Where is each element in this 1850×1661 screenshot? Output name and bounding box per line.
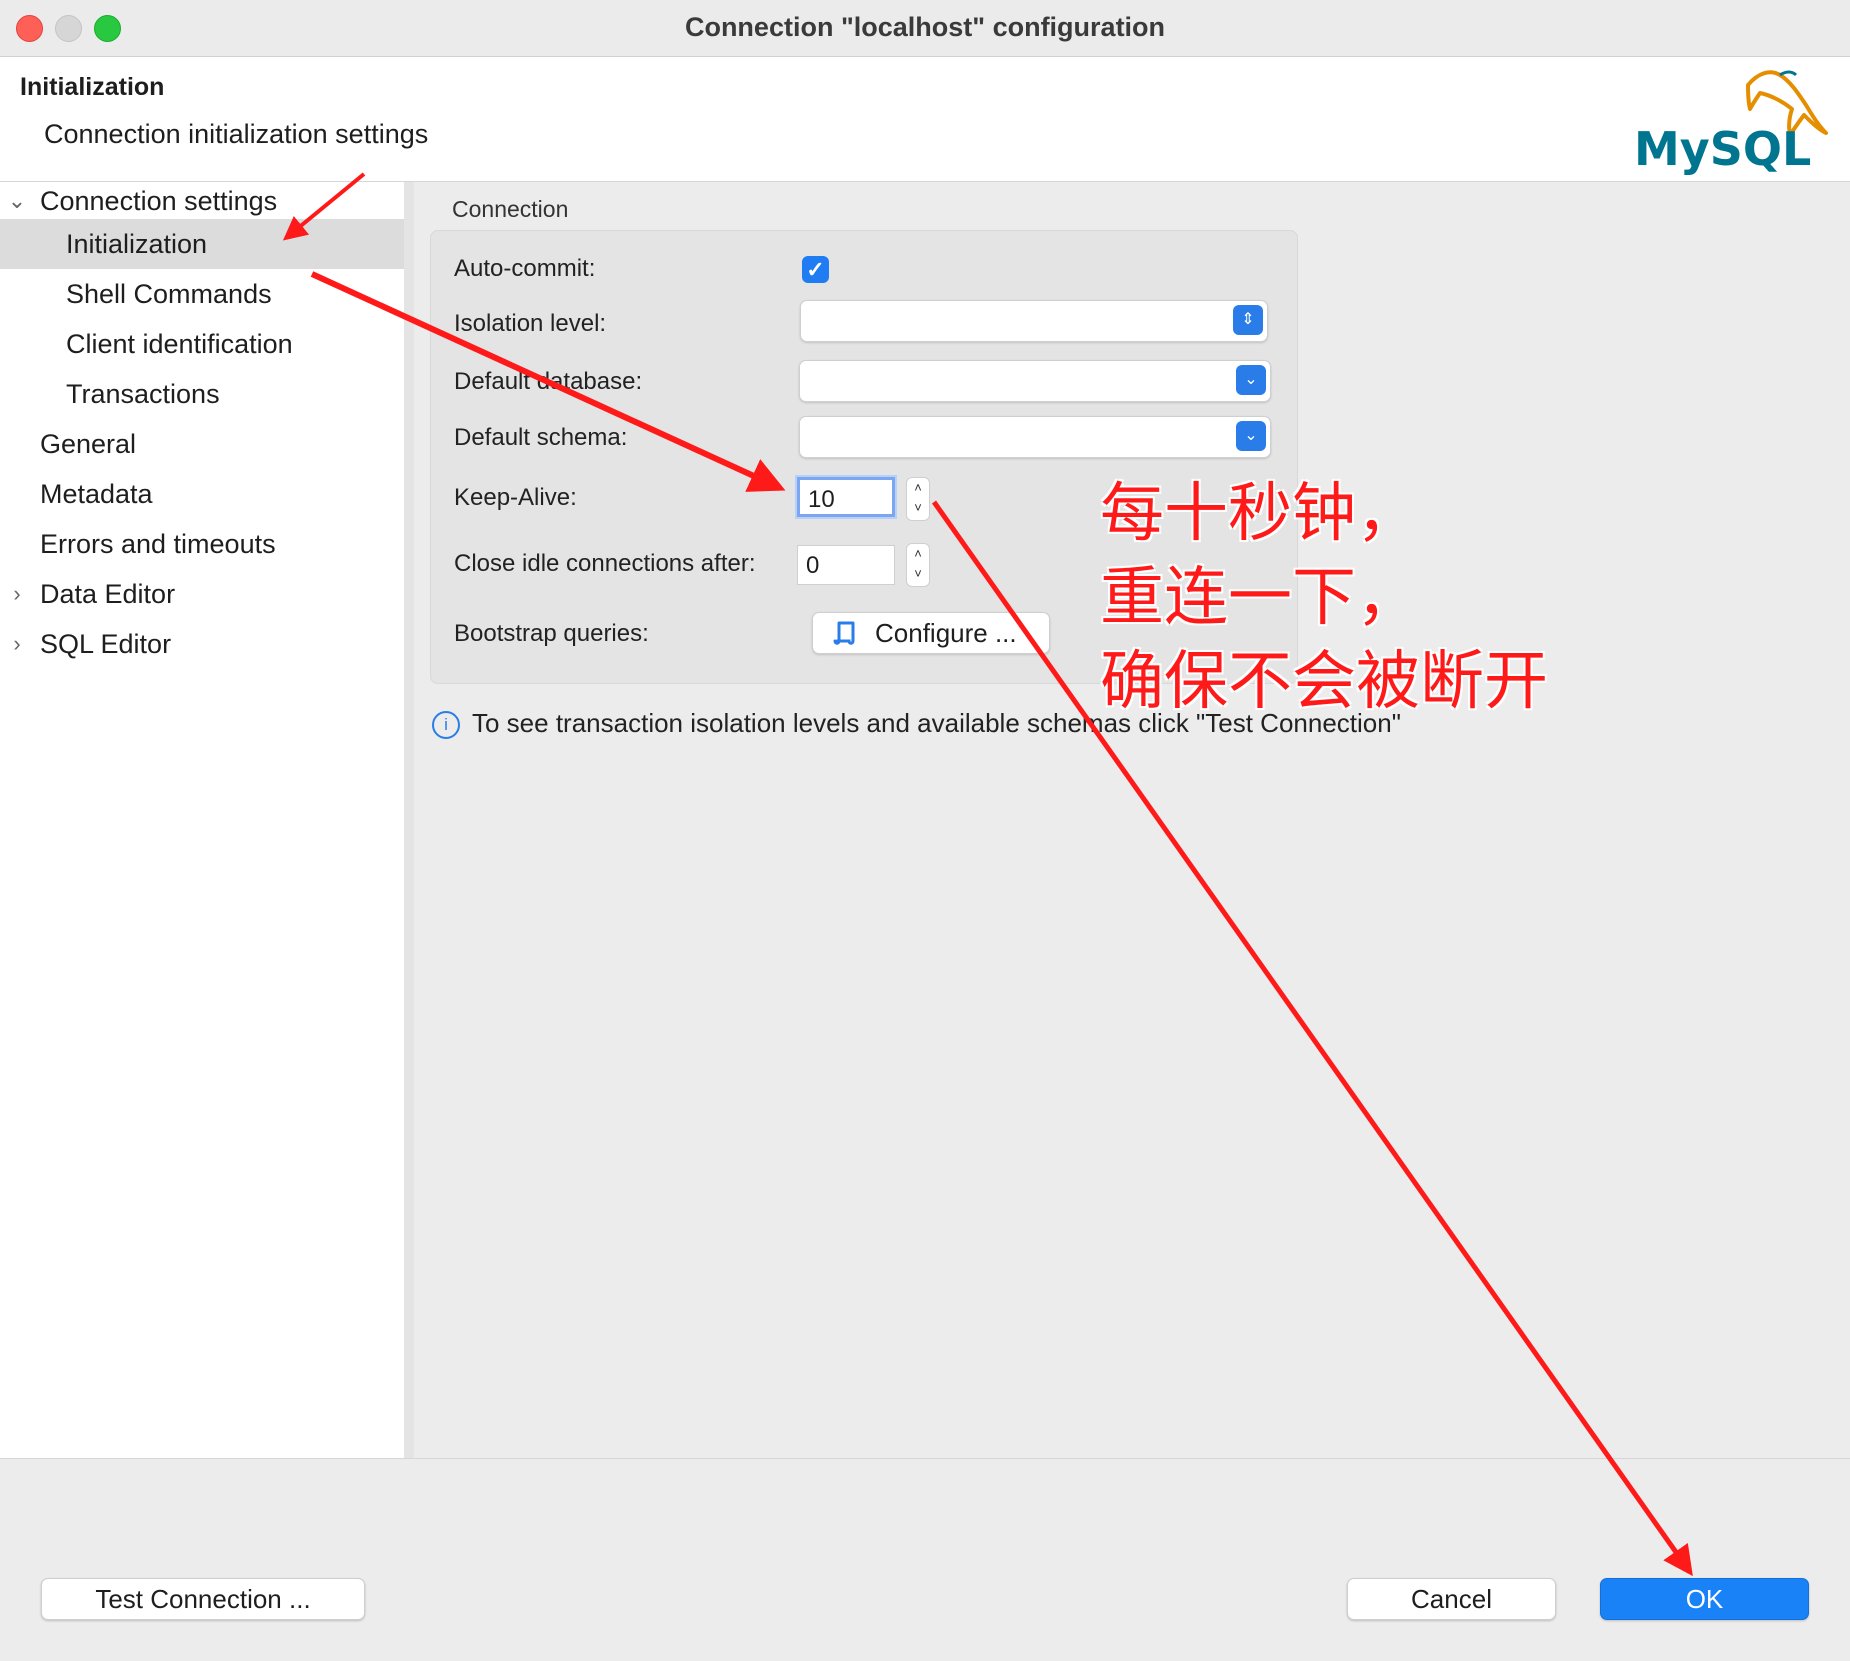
- configure-button-label: Configure ...: [875, 618, 1017, 648]
- auto-commit-checkbox[interactable]: ✓: [802, 256, 829, 283]
- sidebar-item-general[interactable]: General: [0, 419, 404, 469]
- ok-button[interactable]: OK: [1600, 1578, 1809, 1620]
- annotation-line-1: 每十秒钟，: [1100, 477, 1420, 551]
- keep-alive-label: Keep-Alive:: [454, 484, 577, 511]
- sidebar-item-transactions[interactable]: Transactions: [0, 369, 404, 419]
- isolation-level-label: Isolation level:: [454, 310, 607, 337]
- mysql-logo: MySQL: [1634, 70, 1828, 176]
- sidebar-item-client-identification[interactable]: Client identification: [0, 319, 404, 369]
- sidebar-item-label: SQL Editor: [40, 629, 172, 659]
- window-title: Connection "localhost" configuration: [684, 12, 1166, 42]
- close-idle-input[interactable]: 0: [797, 545, 895, 585]
- sidebar-item-shell-commands[interactable]: Shell Commands: [0, 269, 404, 319]
- chevron-down-icon: ⌄: [1236, 365, 1266, 395]
- sidebar-item-label: Client identification: [66, 329, 293, 359]
- sidebar-item-initialization[interactable]: Initialization: [0, 219, 404, 269]
- chevron-right-icon[interactable]: ›: [6, 569, 28, 619]
- sidebar-item-label: Metadata: [40, 479, 153, 509]
- sidebar-item-sql-editor[interactable]: › SQL Editor: [0, 619, 404, 669]
- sidebar-item-label: Data Editor: [40, 579, 176, 609]
- config-dialog: Connection "localhost" configuration Ini…: [0, 0, 1850, 1661]
- up-down-arrows-icon: ⇕: [1233, 305, 1263, 335]
- page-header: Initialization Connection initialization…: [0, 57, 1850, 182]
- sidebar-item-label: Errors and timeouts: [40, 529, 276, 559]
- sidebar-item-data-editor[interactable]: › Data Editor: [0, 569, 404, 619]
- close-idle-label: Close idle connections after:: [454, 550, 756, 577]
- configure-button[interactable]: Configure ...: [812, 612, 1050, 654]
- default-schema-select[interactable]: ⌄: [799, 416, 1271, 458]
- connection-group-title: Connection: [452, 196, 569, 222]
- cancel-button[interactable]: Cancel: [1347, 1578, 1556, 1620]
- page-title: Initialization: [20, 73, 165, 101]
- sidebar-item-metadata[interactable]: Metadata: [0, 469, 404, 519]
- default-database-select[interactable]: ⌄: [799, 360, 1271, 402]
- sidebar-item-label: Shell Commands: [66, 279, 272, 309]
- close-idle-stepper[interactable]: ˄ ˅: [906, 543, 930, 587]
- keep-alive-stepper[interactable]: ˄ ˅: [906, 477, 930, 521]
- test-connection-button[interactable]: Test Connection ...: [41, 1578, 365, 1620]
- isolation-level-select[interactable]: ⇕: [800, 300, 1268, 342]
- page-subtitle: Connection initialization settings: [44, 119, 429, 149]
- annotation-line-2: 重连一下，: [1100, 561, 1420, 635]
- bootstrap-queries-label: Bootstrap queries:: [454, 620, 649, 647]
- keep-alive-input[interactable]: 10: [797, 477, 895, 517]
- sidebar-item-label: Transactions: [66, 379, 220, 409]
- sidebar-item-label: Initialization: [66, 229, 208, 259]
- dialog-footer: [0, 1458, 1850, 1661]
- chevron-right-icon[interactable]: ›: [6, 619, 28, 669]
- annotation-line-3: 确保不会被断开: [1100, 645, 1548, 719]
- settings-sidebar: ⌄ Connection settings Initialization She…: [0, 182, 414, 1458]
- default-schema-label: Default schema:: [454, 424, 628, 451]
- default-database-label: Default database:: [454, 368, 643, 395]
- sidebar-item-label: General: [40, 429, 137, 459]
- title-bar: Connection "localhost" configuration: [0, 0, 1850, 57]
- auto-commit-label: Auto-commit:: [454, 255, 596, 282]
- sidebar-item-errors-and-timeouts[interactable]: Errors and timeouts: [0, 519, 404, 569]
- svg-text:MySQL: MySQL: [1634, 122, 1811, 176]
- info-icon: i: [432, 711, 460, 740]
- script-icon: [833, 621, 855, 645]
- chevron-down-icon: ⌄: [1236, 421, 1266, 451]
